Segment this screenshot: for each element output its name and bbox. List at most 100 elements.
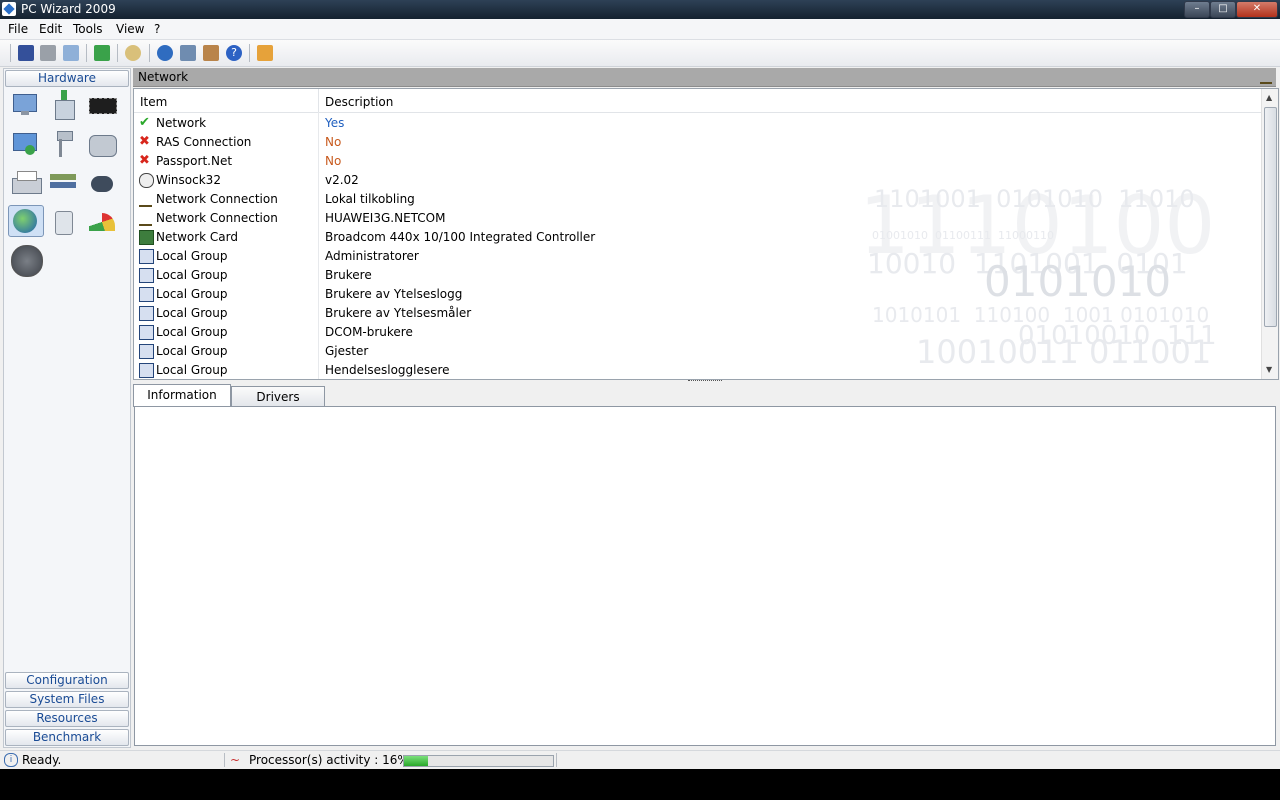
scroll-thumb[interactable]: [1264, 107, 1277, 327]
benchmark-gauge-icon[interactable]: [9, 245, 43, 277]
row-item: Local Group: [156, 249, 228, 263]
cross-icon: ✖: [139, 134, 150, 149]
column-header-item[interactable]: Item: [140, 95, 167, 109]
toolbar-grip: [10, 44, 11, 62]
toolbar-separator: [117, 44, 118, 62]
drives-icon[interactable]: [85, 129, 119, 159]
menu-bar: File Edit Tools View ?: [0, 19, 1280, 40]
devices-icon[interactable]: [47, 168, 81, 198]
network-connection-icon: [139, 192, 152, 207]
system-files-section[interactable]: System Files: [5, 691, 129, 708]
window-title: PC Wizard 2009: [21, 2, 116, 16]
home-icon[interactable]: [257, 45, 273, 61]
help-icon[interactable]: ?: [226, 45, 242, 61]
multimedia-icon[interactable]: [85, 168, 119, 198]
status-separator: [224, 753, 225, 767]
table-row[interactable]: Local Group Administratorer: [134, 247, 1262, 266]
toolbar-separator: [249, 44, 250, 62]
table-row[interactable]: ✔ Network Yes: [134, 114, 1262, 133]
tab-drivers[interactable]: Drivers: [231, 386, 325, 407]
row-description: Brukere av Ytelseslogg: [325, 287, 463, 301]
network-icon[interactable]: [180, 45, 196, 61]
maximize-button[interactable]: □: [1210, 1, 1236, 18]
minimize-button[interactable]: –: [1184, 1, 1210, 18]
refresh-icon[interactable]: [94, 45, 110, 61]
toolbar-separator: [149, 44, 150, 62]
globe-icon[interactable]: [157, 45, 173, 61]
local-group-icon: [139, 325, 154, 340]
table-row[interactable]: Network Card Broadcom 440x 10/100 Integra…: [134, 228, 1262, 247]
row-description: Hendelsesloggleser​e: [325, 363, 450, 377]
local-group-icon: [139, 287, 154, 302]
table-row[interactable]: Local Group Gjester: [134, 342, 1262, 361]
menu-tools[interactable]: Tools: [73, 22, 103, 36]
resources-section[interactable]: Resources: [5, 710, 129, 727]
table-row[interactable]: Local Group DCOM-brukere: [134, 323, 1262, 342]
cross-icon: ✖: [139, 153, 150, 168]
column-divider[interactable]: [318, 89, 319, 112]
information-panel: [134, 406, 1276, 746]
panel-header: Network: [133, 68, 1276, 87]
row-description: No: [325, 154, 342, 168]
network-category-icon[interactable]: [8, 205, 44, 237]
scroll-down-icon[interactable]: ▼: [1266, 365, 1272, 374]
status-bar: i Ready. ~ Processor(s) activity : 16%: [0, 750, 1280, 769]
row-item: Network Card: [156, 230, 238, 244]
status-separator: [556, 753, 557, 767]
menu-view[interactable]: View: [116, 22, 144, 36]
row-description: Administratorer: [325, 249, 419, 263]
table-row[interactable]: Local Group Hendelsesloggleser​e: [134, 361, 1262, 379]
menu-file[interactable]: File: [8, 22, 28, 36]
network-card-icon: [139, 230, 154, 245]
network-connection-icon: [139, 211, 152, 226]
row-item: Local Group: [156, 363, 228, 377]
table-row[interactable]: ✖ RAS Connection No: [134, 133, 1262, 152]
row-description: HUAWEI3G.NETCOM: [325, 211, 446, 225]
close-button[interactable]: ✕: [1236, 1, 1278, 18]
sidebar: Hardware Configuration System Files Reso…: [3, 68, 131, 748]
table-row[interactable]: Local Group Brukere av Ytelseslogg: [134, 285, 1262, 304]
configuration-section[interactable]: Configuration: [5, 672, 129, 689]
scroll-up-icon[interactable]: ▲: [1266, 93, 1272, 102]
row-item: Local Group: [156, 306, 228, 320]
printer-icon[interactable]: [9, 168, 43, 198]
activity-pulse-icon: ~: [230, 753, 241, 767]
toolbar: ?: [0, 40, 1280, 67]
benchmark-section[interactable]: Benchmark: [5, 729, 129, 746]
save-icon[interactable]: [18, 45, 34, 61]
motherboard-icon[interactable]: [47, 90, 81, 120]
drivers-icon[interactable]: [47, 207, 81, 237]
status-text: Ready.: [22, 753, 62, 767]
table-row[interactable]: ✖ Passport.Net No: [134, 152, 1262, 171]
splitter-grip[interactable]: [688, 380, 722, 383]
panel-splitter[interactable]: [133, 379, 1277, 385]
row-description: v2.02: [325, 173, 359, 187]
table-row[interactable]: Network Connection HUAWEI3G.NETCOM: [134, 209, 1262, 228]
print-icon[interactable]: [40, 45, 56, 61]
row-item: Network Connection: [156, 211, 278, 225]
column-header-description[interactable]: Description: [325, 95, 393, 109]
app-window: PC Wizard 2009 – □ ✕ File Edit Tools Vie…: [0, 0, 1280, 769]
column-header-row: Item Description: [134, 89, 1262, 113]
copy-icon[interactable]: [63, 45, 79, 61]
search-icon[interactable]: [125, 45, 141, 61]
system-summary-icon[interactable]: [9, 90, 43, 120]
table-row[interactable]: Network Connection Lokal tilkobling: [134, 190, 1262, 209]
list-scrollbar[interactable]: ▲ ▼: [1261, 89, 1278, 379]
table-row[interactable]: Local Group Brukere av Ytelsesmåler: [134, 304, 1262, 323]
check-icon: ✔: [139, 115, 150, 130]
menu-help[interactable]: ?: [154, 22, 160, 36]
hardware-section-header[interactable]: Hardware: [5, 70, 129, 87]
power-icon[interactable]: [85, 207, 119, 237]
row-item: RAS Connection: [156, 135, 252, 149]
menu-edit[interactable]: Edit: [39, 22, 62, 36]
report-icon[interactable]: [203, 45, 219, 61]
row-item: Local Group: [156, 287, 228, 301]
processor-icon[interactable]: [85, 90, 119, 120]
ports-icon[interactable]: [47, 129, 81, 159]
video-icon[interactable]: [9, 129, 43, 159]
tab-information[interactable]: Information: [133, 384, 231, 407]
table-row[interactable]: Winsock32 v2.02: [134, 171, 1262, 190]
table-row[interactable]: Local Group Brukere: [134, 266, 1262, 285]
processor-activity-label: Processor(s) activity : 16%: [249, 753, 409, 767]
